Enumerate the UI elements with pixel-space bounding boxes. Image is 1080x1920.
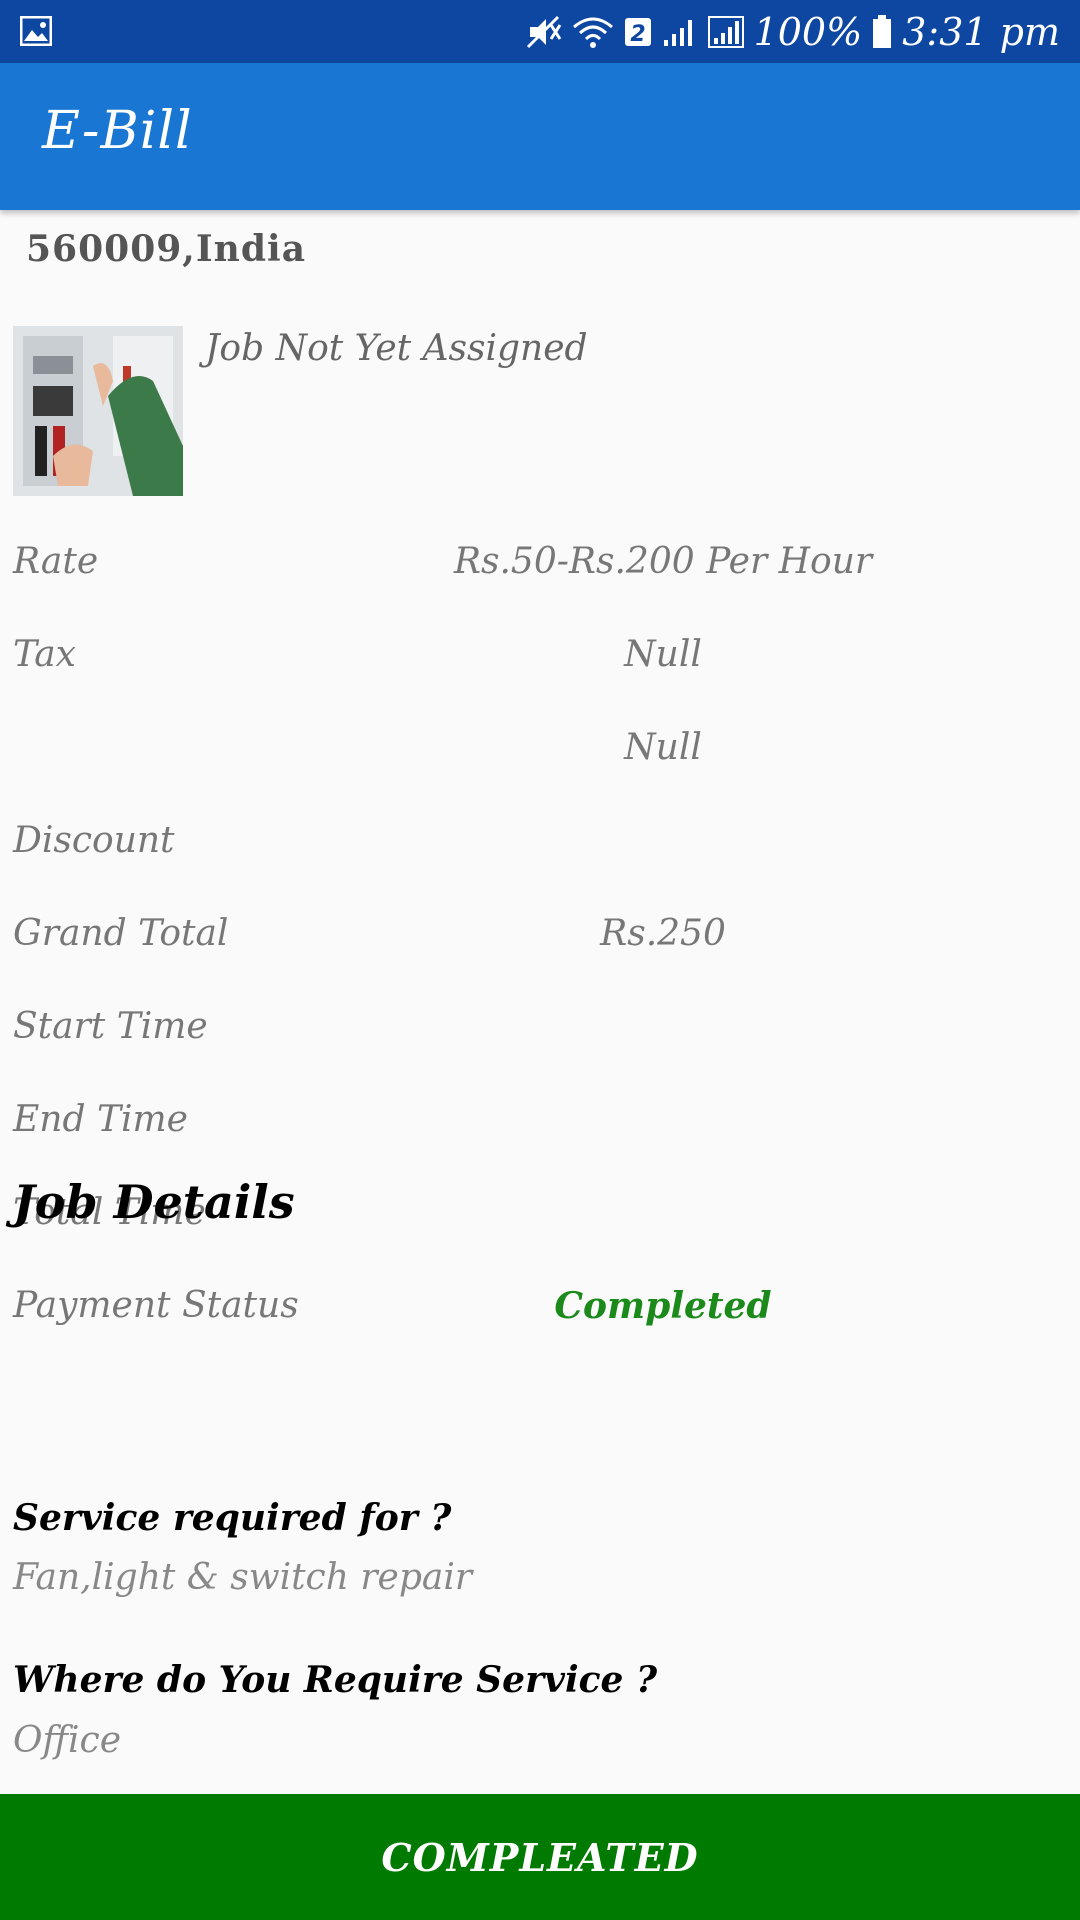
service-answer: Fan,light & switch repair — [13, 1557, 473, 1598]
mute-icon — [526, 15, 562, 49]
job-status: Job Not Yet Assigned — [205, 328, 588, 369]
svg-text:2: 2 — [630, 22, 645, 47]
payment-status-value: Completed — [554, 1285, 772, 1327]
clock: 3:31 pm — [902, 9, 1060, 54]
grand-total-value: Rs.250 — [600, 913, 726, 954]
job-photo — [13, 326, 183, 496]
status-icons: 2 100% 3:31 pm — [526, 0, 1060, 63]
location-question: Where do You Require Service ? — [13, 1659, 658, 1701]
app-bar: E-Bill — [0, 63, 1080, 210]
discount-row: Discount — [13, 820, 1067, 880]
battery-icon — [872, 14, 892, 49]
battery-percent: 100% — [753, 9, 863, 54]
signal-icon-1 — [662, 16, 698, 48]
wifi-icon — [572, 15, 614, 49]
end-time-row: End Time — [13, 1099, 1067, 1159]
rate-label: Rate — [13, 541, 99, 582]
status-bar: 2 100% 3:31 pm — [0, 0, 1080, 63]
app-title: E-Bill — [42, 101, 193, 161]
tax-label: Tax — [13, 634, 76, 675]
end-time-label: End Time — [13, 1099, 188, 1140]
compleated-button[interactable]: COMPLEATED — [0, 1794, 1080, 1920]
tax-value: Null — [624, 634, 702, 675]
grand-total-label: Grand Total — [13, 913, 229, 954]
unlabeled-row: Null — [13, 727, 1067, 787]
tax-row: Tax Null — [13, 634, 1067, 694]
discount-label: Discount — [13, 820, 175, 861]
job-details-title: Job Details — [13, 1175, 295, 1229]
sim-badge: 2 — [624, 17, 652, 47]
payment-status-label: Payment Status — [13, 1285, 299, 1326]
address-text: 560009,India — [26, 228, 307, 270]
service-question: Service required for ? — [13, 1497, 452, 1539]
rate-row: Rate Rs.50-Rs.200 Per Hour — [13, 541, 1067, 601]
rate-value: Rs.50-Rs.200 Per Hour — [453, 541, 873, 582]
start-time-label: Start Time — [13, 1006, 208, 1047]
start-time-row: Start Time — [13, 1006, 1067, 1066]
unlabeled-value: Null — [624, 727, 702, 768]
gallery-notification-icon — [19, 15, 53, 47]
payment-status-row: Payment Status Completed — [13, 1285, 1067, 1345]
signal-icon-2 — [707, 15, 744, 48]
grand-total-row: Grand Total Rs.250 — [13, 913, 1067, 973]
location-answer: Office — [13, 1720, 121, 1761]
